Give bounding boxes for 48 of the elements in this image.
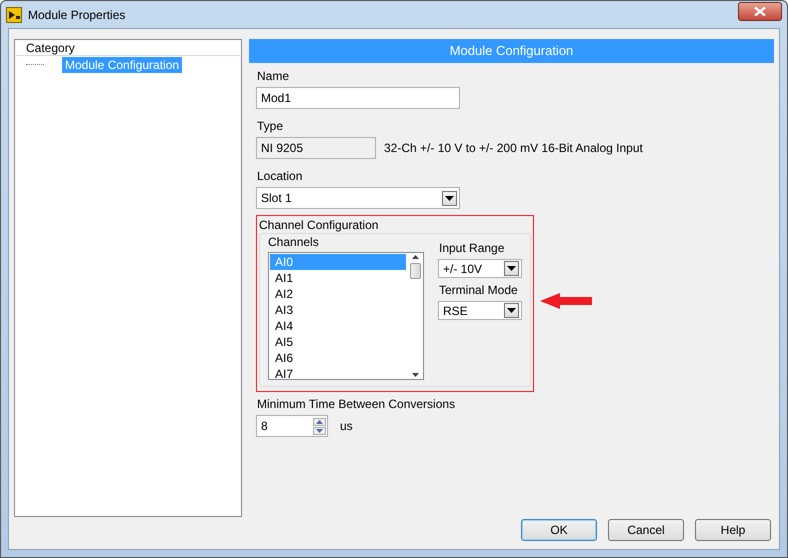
field-label: Channels [268,235,319,249]
location-dropdown[interactable]: Slot 1 [256,187,460,209]
caret-icon [445,196,454,200]
scrollbar[interactable] [407,253,423,379]
terminal-mode-dropdown[interactable]: RSE [438,301,522,320]
window-title: Module Properties [28,8,126,22]
field-label: Type [257,119,284,133]
field-label: Location [257,169,304,183]
scroll-up-icon [412,255,418,259]
caret-icon [507,308,516,313]
dialog-button[interactable]: Help [695,519,771,541]
column-header: Category [16,40,240,56]
dropdown-button[interactable] [442,190,457,206]
field-label: Name [257,69,290,83]
up-icon [316,420,323,424]
list-item[interactable]: AI4 [270,318,406,334]
app-icon [6,6,22,22]
down-icon [316,428,323,432]
group-title: Channel Configuration [259,218,378,232]
type-description: 32-Ch +/- 10 V to +/- 200 mV 16-Bit Analog Input [384,141,643,155]
list-item[interactable]: AI1 [270,270,406,286]
increment-button[interactable] [313,418,326,426]
unit-label: us [340,419,353,433]
dialog-button[interactable]: Cancel [608,519,684,541]
field-label: Input Range [439,241,506,255]
type-field: NI 9205 [256,137,376,159]
close-button[interactable] [738,2,782,21]
decrement-button[interactable] [313,426,326,434]
field-label: Minimum Time Between Conversions [257,397,456,411]
list-item[interactable]: AI7 [270,366,406,382]
list-item[interactable]: AI3 [270,302,406,318]
name-field[interactable]: Mod1 [256,87,460,109]
list-item[interactable]: AI5 [270,334,406,350]
channel-list[interactable]: AI0 AI1 AI2 AI3 AI4 AI5 AI6 AI7 [268,252,424,380]
list-item[interactable]: AI6 [270,350,406,366]
dropdown-button[interactable] [504,261,519,276]
caret-icon [507,266,516,271]
close-icon [754,7,766,16]
time-spinbox[interactable]: 8 [256,415,328,437]
dialog-button[interactable]: OK [521,519,597,541]
scroll-thumb[interactable] [410,263,420,279]
panel-header: Module Configuration [249,39,774,63]
dropdown-button[interactable] [504,303,519,318]
arrow-icon [540,292,592,308]
list-item[interactable]: AI2 [270,286,406,302]
field-label: Terminal Mode [439,283,519,297]
input-range-dropdown[interactable]: +/- 10V [438,259,522,278]
scroll-down-icon [412,373,418,377]
